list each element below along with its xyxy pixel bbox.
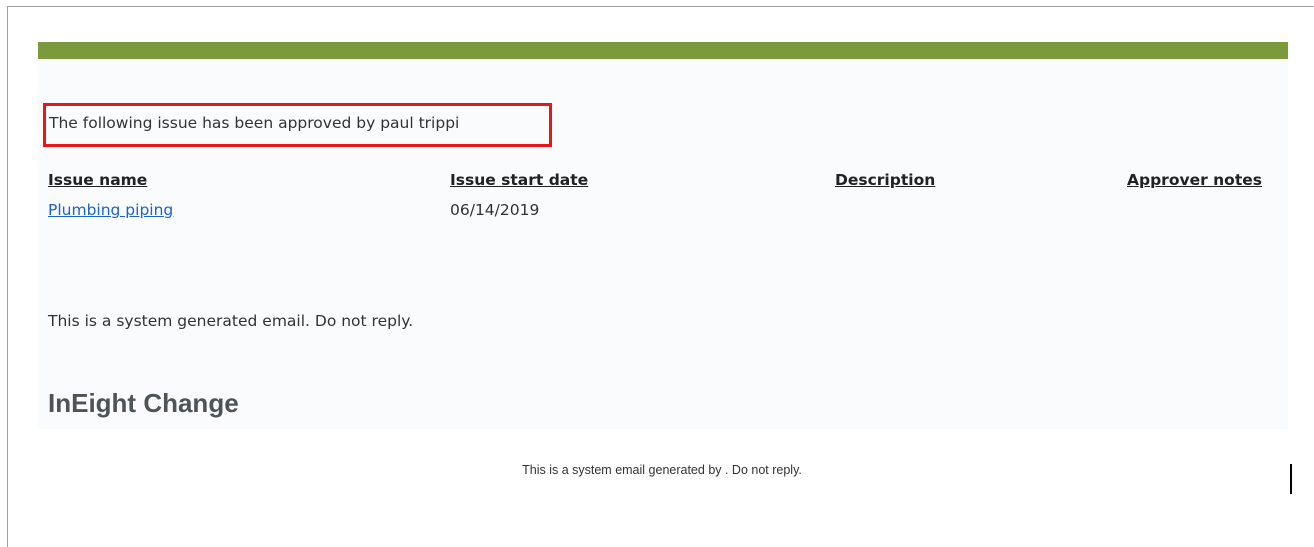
brand-name: InEight Change [48,388,239,418]
footer-note: This is a system email generated by . Do… [522,463,802,477]
column-header-issue-name: Issue name [48,171,148,189]
text-cursor [1290,464,1292,494]
column-header-description: Description [835,171,936,189]
issue-start-date-value: 06/14/2019 [450,201,540,219]
column-header-approver-notes: Approver notes [1127,171,1262,189]
table-row: Plumbing piping [48,201,173,219]
email-header-accent-bar [38,42,1288,59]
approval-message: The following issue has been approved by… [49,114,460,132]
system-generated-note: This is a system generated email. Do not… [48,312,414,330]
column-header-issue-start-date: Issue start date [450,171,589,189]
issue-name-link[interactable]: Plumbing piping [48,201,173,219]
